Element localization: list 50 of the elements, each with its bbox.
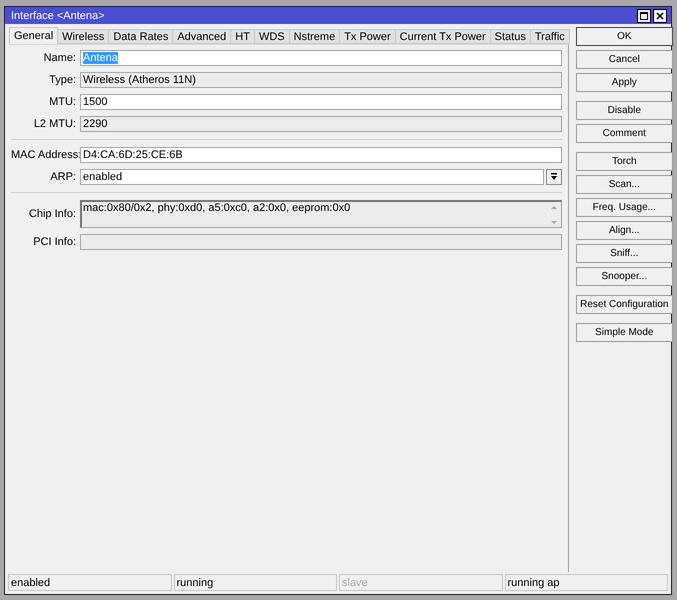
dialog-button[interactable]: Apply [576,73,673,92]
tab[interactable]: Nstreme [288,29,340,44]
status-cell: enabled [8,574,172,591]
dialog-button[interactable]: Torch [576,152,673,171]
dropdown-button[interactable] [546,169,562,185]
readonly-field: 2290 [80,116,562,132]
field-label: MAC Address: [11,149,80,161]
dialog-button[interactable]: Align... [576,221,673,240]
dropdown-field[interactable]: enabled [80,169,544,185]
status-cell: running ap [504,574,668,591]
dialog-button[interactable]: Simple Mode [576,323,673,342]
field-label: Name: [42,52,77,64]
tab[interactable]: Traffic [530,29,570,44]
tab[interactable]: Current Tx Power [394,29,491,44]
scrollbar-arrows-icon [550,204,558,226]
field-label: MTU: [48,96,77,108]
dialog-button[interactable]: Scan... [576,175,673,194]
text-area: mac:0x80/0x2, phy:0xd0, a5:0xc0, a2:0x0, eeprom:0x0 [80,200,562,228]
field-label: L2 MTU: [32,118,77,130]
maximize-button[interactable] [637,8,651,22]
tab[interactable]: Wireless [57,29,110,44]
dialog-button[interactable]: Reset Configuration [576,295,673,314]
field-label: ARP: [49,171,77,183]
text-field[interactable]: 1500 [80,94,562,110]
dialog-button[interactable]: Comment [576,124,673,143]
field-label: PCI Info: [32,236,77,248]
maximize-icon [640,12,648,20]
tab[interactable]: Status [490,29,531,44]
dialog-button[interactable]: Sniff... [576,244,673,263]
close-icon [656,12,664,20]
dialog-button[interactable]: Snooper... [576,267,673,286]
dialog-button[interactable]: Freq. Usage... [576,198,673,217]
dialog-button[interactable]: Cancel [576,50,673,69]
tab[interactable]: Tx Power [339,29,396,44]
dialog-button[interactable]: OK [576,27,673,46]
tab[interactable]: HT [230,29,255,44]
tab[interactable]: WDS [254,29,290,44]
tab[interactable]: General [9,27,58,44]
field-label: Type: [48,74,77,86]
caret-icon [550,173,558,181]
window-title: Interface <Antena> [11,10,106,22]
readonly-field: Wireless (Atheros 11N) [80,72,562,88]
text-field[interactable]: D4:CA:6D:25:CE:6B [80,147,562,163]
field-label: Chip Info: [28,208,77,220]
tab[interactable]: Data Rates [108,29,174,44]
tab[interactable]: Advanced [172,29,232,44]
dialog-button[interactable]: Disable [576,101,673,120]
close-button[interactable] [653,8,667,22]
status-cell: slave [339,574,502,591]
status-cell: running [174,574,337,591]
